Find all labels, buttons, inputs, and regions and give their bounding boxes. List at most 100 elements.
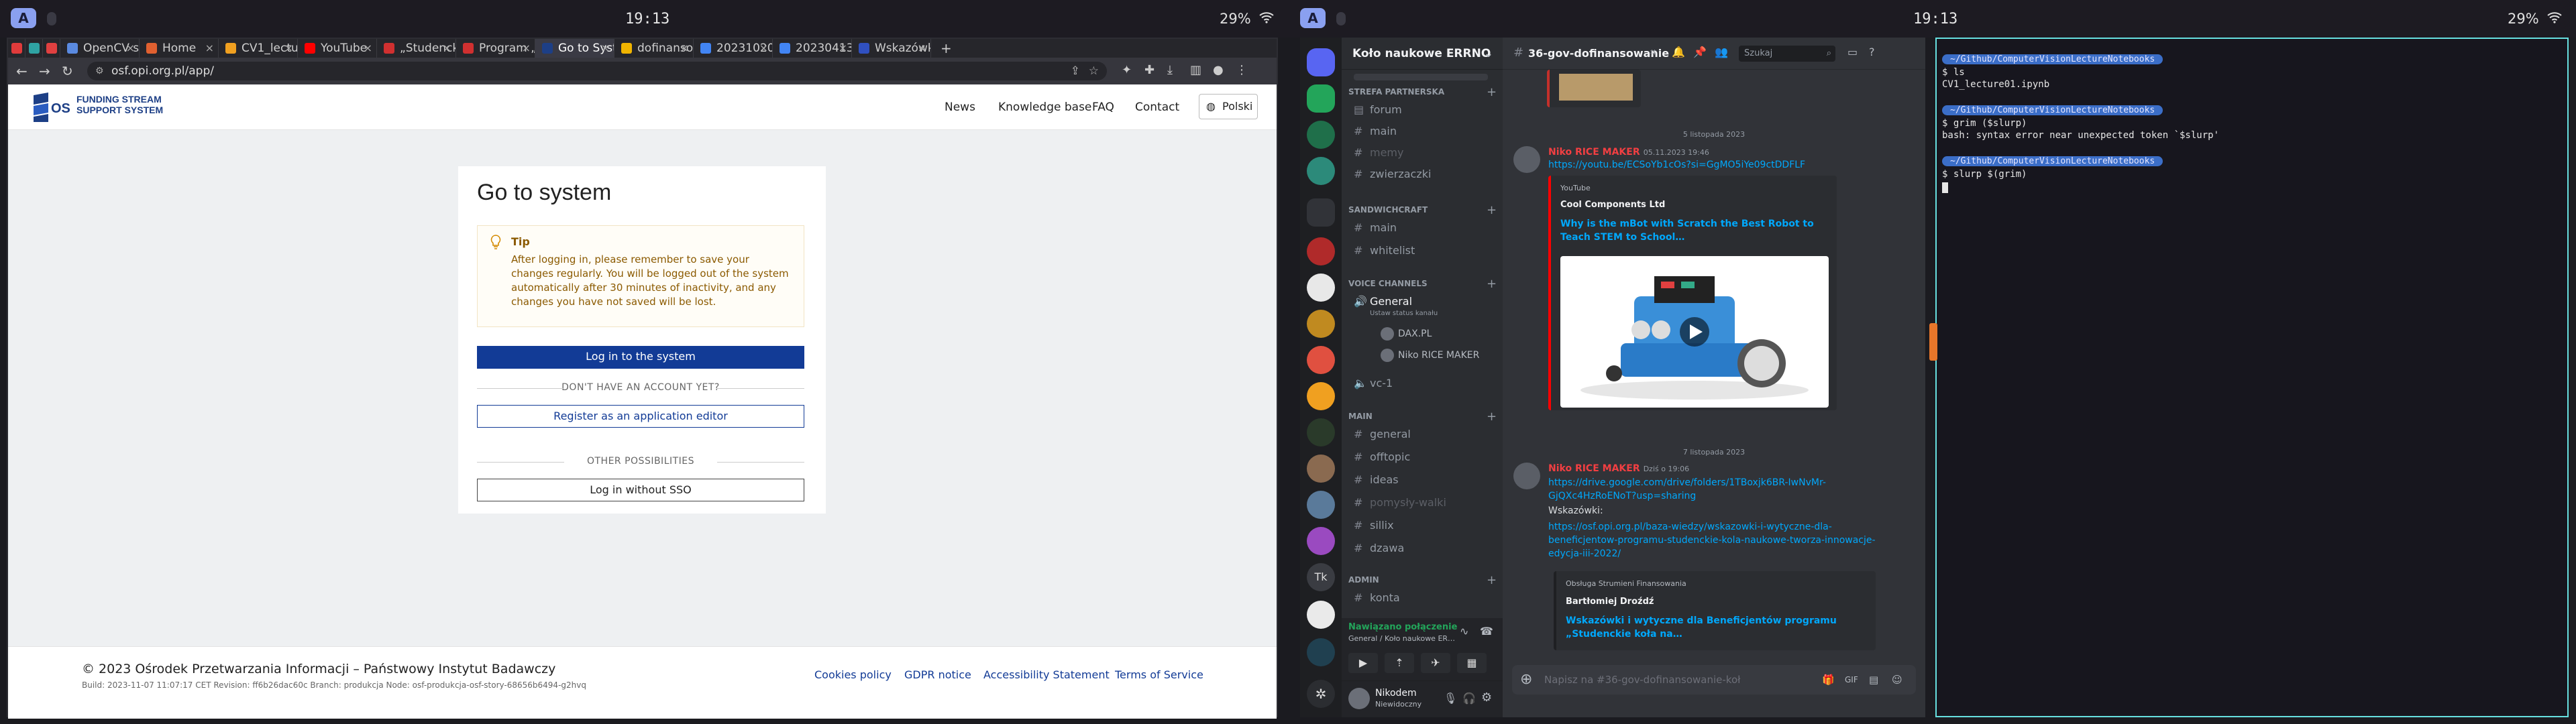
add-channel-icon[interactable]: + — [1487, 277, 1497, 291]
embed-title[interactable]: Why is the mBot with Scratch the Best Ro… — [1560, 217, 1829, 244]
voice-channel-general[interactable]: 🔊 General — [1354, 295, 1412, 308]
server-icon[interactable] — [1307, 121, 1335, 149]
footer-cookies-link[interactable]: Cookies policy — [814, 668, 892, 681]
voice-status-hint[interactable]: Ustaw status kanału — [1370, 310, 1438, 317]
members-icon[interactable]: 👥 — [1715, 46, 1728, 58]
extensions-puzzle-icon[interactable]: ✚ — [1144, 63, 1155, 77]
channel-pomysly-walki[interactable]: # pomysły-walki — [1354, 496, 1446, 509]
server-icon[interactable] — [1307, 310, 1335, 338]
channel-main[interactable]: # main — [1354, 125, 1397, 137]
gif-icon[interactable]: GIF — [1845, 665, 1858, 695]
discover-icon[interactable]: ✲ — [1307, 680, 1335, 708]
server-icon[interactable] — [1307, 237, 1335, 265]
server-icon[interactable] — [1307, 455, 1335, 483]
menu-icon[interactable]: ⋮ — [1236, 63, 1248, 77]
mic-icon[interactable]: 🎙 — [1444, 692, 1457, 705]
message-input[interactable]: ⊕ Napisz na #36-gov-dofinansowanie-koł 🎁… — [1512, 665, 1916, 695]
footer-accessibility-link[interactable]: Accessibility Statement — [983, 668, 1110, 681]
osf-logo[interactable]: OSF — [28, 91, 71, 123]
channel-memy[interactable]: # memy — [1354, 146, 1403, 159]
sidebar-icon[interactable]: ▥ — [1190, 63, 1201, 77]
nav-knowledge-base[interactable]: Knowledge base — [998, 101, 1091, 114]
profile-icon[interactable]: ● — [1213, 63, 1224, 77]
channel-main[interactable]: # main — [1354, 221, 1397, 234]
close-tab-icon[interactable]: × — [284, 39, 293, 58]
threads-icon[interactable]: ⌗ — [1650, 46, 1656, 59]
message-link[interactable]: https://youtu.be/ECSoYb1cOs?si=GgMO5iYe0… — [1548, 160, 1805, 170]
channel-ideas[interactable]: # ideas — [1354, 473, 1399, 486]
server-icon[interactable] — [1307, 418, 1335, 446]
close-tab-icon[interactable]: × — [601, 39, 610, 58]
noise-suppression-icon[interactable]: ∿ — [1460, 625, 1468, 638]
gift-icon[interactable]: 🎁 — [1822, 665, 1835, 695]
voice-user[interactable]: DAX.PL — [1381, 327, 1432, 341]
bell-icon[interactable]: 🔔 — [1672, 46, 1685, 58]
language-button[interactable]: ◍ Polski — [1199, 94, 1258, 119]
channel-sillix[interactable]: # sillix — [1354, 519, 1394, 532]
workspace-indicator[interactable]: A — [11, 8, 36, 28]
embed-title[interactable]: Wskazówki i wytyczne dla Beneficjentów p… — [1566, 614, 1868, 641]
add-channel-icon[interactable]: + — [1487, 85, 1497, 99]
register-button[interactable]: Register as an application editor — [477, 405, 804, 428]
avatar[interactable] — [1348, 688, 1370, 709]
tab[interactable]: 20231020_…× — [694, 39, 773, 58]
category-sandwichcraft[interactable]: SANDWICHCRAFT + — [1348, 203, 1497, 217]
forward-icon[interactable]: → — [39, 63, 50, 79]
nav-news[interactable]: News — [945, 101, 975, 114]
tab[interactable]: „Studenckie…× — [377, 39, 456, 58]
headphones-icon[interactable]: 🎧 — [1462, 692, 1476, 705]
close-tab-icon[interactable]: × — [205, 39, 214, 58]
bookmark-star-icon[interactable]: ☆ — [1089, 62, 1099, 80]
close-tab-icon[interactable]: × — [839, 39, 847, 58]
embed-image[interactable] — [1559, 74, 1633, 101]
category-admin[interactable]: ADMIN + — [1348, 573, 1497, 587]
server-icon[interactable] — [1307, 491, 1335, 519]
embed-author[interactable]: Bartłomiej Droźdź — [1566, 597, 1654, 607]
server-icon[interactable] — [1307, 84, 1335, 113]
footer-gdpr-link[interactable]: GDPR notice — [904, 668, 971, 681]
avatar[interactable] — [1513, 146, 1540, 173]
message-author[interactable]: Niko RICE MAKER — [1548, 463, 1640, 474]
server-icon[interactable] — [1307, 274, 1335, 302]
tab[interactable] — [8, 39, 25, 58]
nav-contact[interactable]: Contact — [1135, 101, 1179, 114]
gear-icon[interactable]: ⚙ — [1481, 690, 1492, 705]
workspace-dot[interactable] — [47, 12, 56, 25]
video-thumbnail[interactable] — [1560, 256, 1829, 408]
soundboard-icon[interactable]: ▦ — [1457, 653, 1487, 673]
tab[interactable]: Home × — [140, 39, 219, 58]
help-icon[interactable]: ? — [1869, 46, 1875, 58]
channel-whitelist[interactable]: # whitelist — [1354, 244, 1415, 257]
site-info-icon[interactable]: ⚙ — [95, 62, 104, 80]
login-button[interactable]: Log in to the system — [477, 346, 804, 369]
home-icon[interactable] — [1307, 48, 1335, 76]
disconnect-icon[interactable]: ☎ — [1480, 625, 1493, 638]
activity-icon[interactable]: ✈ — [1421, 653, 1450, 673]
workspace-dot[interactable] — [1336, 12, 1346, 25]
server-icon[interactable] — [1307, 601, 1335, 629]
message-link[interactable]: https://drive.google.com/drive/folders/1… — [1548, 476, 1843, 503]
add-channel-icon[interactable]: + — [1487, 203, 1497, 217]
address-bar[interactable]: ⚙ osf.opi.org.pl/app/ ⇪ ☆ — [87, 62, 1107, 80]
tab[interactable]: CV1_lectur…× — [219, 39, 298, 58]
voice-user[interactable]: Niko RICE MAKER — [1381, 349, 1479, 362]
close-tab-icon[interactable]: × — [443, 39, 451, 58]
new-tab-icon[interactable]: + — [941, 39, 952, 58]
channel-zwierzaczki[interactable]: # zwierzaczki — [1354, 168, 1431, 180]
category-strefa-partnerska[interactable]: STREFA PARTNERSKA + — [1348, 85, 1497, 99]
share-icon[interactable]: ⇪ — [1071, 62, 1080, 80]
pin-icon[interactable]: 📌 — [1693, 46, 1707, 58]
extension-icon[interactable]: ✦ — [1122, 63, 1132, 77]
add-channel-icon[interactable]: + — [1487, 573, 1497, 587]
terminal-window[interactable]: ~/Github/ComputerVisionLectureNotebooks … — [1935, 38, 2569, 717]
close-tab-icon[interactable]: × — [680, 39, 689, 58]
category-main[interactable]: MAIN + — [1348, 410, 1497, 424]
server-icon[interactable] — [1307, 346, 1335, 374]
close-tab-icon[interactable]: × — [126, 39, 135, 58]
server-icon[interactable] — [1307, 382, 1335, 410]
avatar[interactable] — [1513, 463, 1540, 489]
channel-dzawa[interactable]: # dzawa — [1354, 542, 1404, 554]
close-tab-icon[interactable]: × — [522, 39, 531, 58]
tab[interactable]: Program „S…× — [456, 39, 535, 58]
tab[interactable]: Wskazówki…× — [852, 39, 931, 58]
